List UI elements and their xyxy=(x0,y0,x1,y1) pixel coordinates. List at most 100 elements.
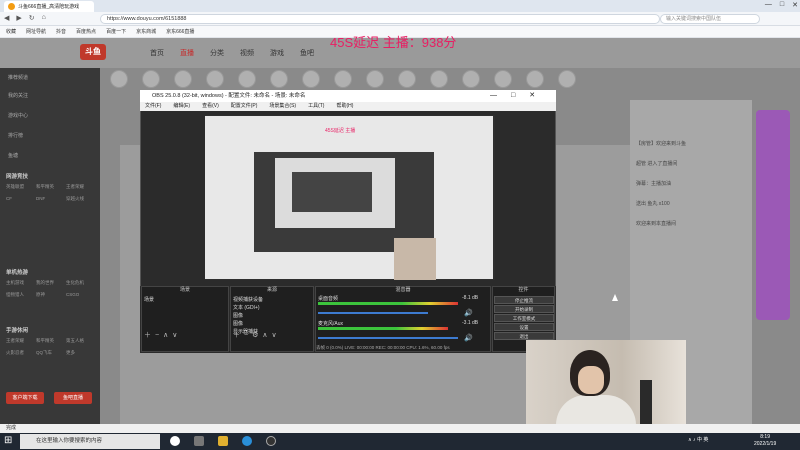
category-icon[interactable] xyxy=(558,70,576,88)
forward-icon[interactable]: ▶ xyxy=(16,14,21,22)
category-icon[interactable] xyxy=(206,70,224,88)
bookmark-item[interactable]: 百度热点 xyxy=(76,28,96,35)
sidebar-link[interactable]: DNF xyxy=(36,196,66,202)
nav-item[interactable]: 分类 xyxy=(210,48,224,58)
promo-banner[interactable] xyxy=(756,110,790,320)
stop-streaming-button[interactable]: 停止推流 xyxy=(494,296,554,304)
sidebar-link[interactable]: 王者荣耀 xyxy=(6,338,36,344)
obs-menu-item[interactable]: 文件(F) xyxy=(145,102,161,111)
bookmark-item[interactable]: 抖音 xyxy=(56,28,66,35)
nav-item[interactable]: 首页 xyxy=(150,48,164,58)
maximize-icon[interactable]: □ xyxy=(780,1,784,9)
category-icon[interactable] xyxy=(142,70,160,88)
obs-menu-item[interactable]: 查看(V) xyxy=(202,102,219,111)
close-icon[interactable]: ✕ xyxy=(792,1,798,9)
sidebar-link[interactable]: 主机游戏 xyxy=(6,280,36,286)
taskbar-search-input[interactable]: 在这里输入你要搜索的内容 xyxy=(20,434,160,449)
category-icon[interactable] xyxy=(398,70,416,88)
scene-controls[interactable]: ＋−∧∨ xyxy=(144,330,181,340)
maximize-icon[interactable]: □ xyxy=(511,90,515,102)
sidebar-link[interactable]: 更多 xyxy=(66,350,96,356)
bookmark-item[interactable]: 京东666直播 xyxy=(166,28,194,35)
minimize-icon[interactable]: — xyxy=(765,1,772,9)
system-tray[interactable]: ∧ ♪ 中 英 xyxy=(688,436,708,443)
studio-mode-button[interactable]: 工作室模式 xyxy=(494,314,554,322)
sidebar-link[interactable]: QQ飞车 xyxy=(36,350,66,356)
taskbar-clock[interactable]: 8:19 2022/1/19 xyxy=(754,434,776,448)
nav-item[interactable]: 直播 xyxy=(180,48,194,58)
sidebar-item[interactable]: 我的关注 xyxy=(8,92,28,99)
obs-menu-item[interactable]: 工具(T) xyxy=(308,102,324,111)
category-icon[interactable] xyxy=(174,70,192,88)
bookmark-item[interactable]: 网址导航 xyxy=(26,28,46,35)
sidebar-link[interactable]: 英雄联盟 xyxy=(6,184,36,190)
bookmark-item[interactable]: 百度一下 xyxy=(106,28,126,35)
nav-item[interactable]: 游戏 xyxy=(270,48,284,58)
fishbar-live-button[interactable]: 鱼吧直播 xyxy=(54,392,92,404)
category-icon[interactable] xyxy=(462,70,480,88)
scene-item[interactable]: 场景 xyxy=(144,296,154,303)
sidebar-link[interactable]: 王者荣耀 xyxy=(66,184,96,190)
sidebar-link[interactable]: CF xyxy=(6,196,36,202)
nav-item[interactable]: 视频 xyxy=(240,48,254,58)
sidebar-item[interactable]: 鱼塘 xyxy=(8,152,18,159)
category-icon[interactable] xyxy=(334,70,352,88)
windows-start-icon[interactable]: ⊞ xyxy=(4,435,16,447)
volume-slider[interactable] xyxy=(318,312,428,314)
sidebar-link[interactable]: 我的世界 xyxy=(36,280,66,286)
home-icon[interactable]: ⌂ xyxy=(42,14,46,22)
source-controls[interactable]: ＋−⚙∧∨ xyxy=(233,330,281,340)
file-explorer-icon[interactable] xyxy=(218,436,228,446)
sidebar-link[interactable]: 第五人格 xyxy=(66,338,96,344)
source-item[interactable]: 视频捕获设备 xyxy=(233,296,263,303)
minimize-icon[interactable]: — xyxy=(490,90,497,102)
bookmark-item[interactable]: 京东商城 xyxy=(136,28,156,35)
speaker-icon[interactable]: 🔊 xyxy=(464,334,473,342)
sidebar-link[interactable]: 火影忍者 xyxy=(6,350,36,356)
obs-menu-item[interactable]: 场景集合(S) xyxy=(269,102,296,111)
close-icon[interactable]: ✕ xyxy=(529,90,535,102)
category-icon[interactable] xyxy=(430,70,448,88)
source-item[interactable]: 文本 (GDI+) xyxy=(233,304,260,311)
sidebar-link[interactable]: 生化危机 xyxy=(66,280,96,286)
start-recording-button[interactable]: 开始录制 xyxy=(494,305,554,313)
sidebar-link[interactable]: 穿越火线 xyxy=(66,196,96,202)
bookmark-item[interactable]: 收藏 xyxy=(6,28,16,35)
browser-tab[interactable]: 斗鱼666直播_高清陪玩游戏 xyxy=(4,1,94,12)
sidebar-link[interactable]: CSGO xyxy=(66,292,96,298)
obs-app-icon[interactable] xyxy=(266,436,276,446)
browser-search-input[interactable]: 输入关键词搜索中国队伍 xyxy=(660,14,760,24)
obs-menu-item[interactable]: 配置文件(P) xyxy=(231,102,258,111)
sidebar-link[interactable]: 怪物猎人 xyxy=(6,292,36,298)
back-icon[interactable]: ◀ xyxy=(4,14,9,22)
exit-button[interactable]: 退出 xyxy=(494,332,554,340)
browser-app-icon[interactable] xyxy=(242,436,252,446)
settings-button[interactable]: 设置 xyxy=(494,323,554,331)
category-icon[interactable] xyxy=(494,70,512,88)
category-icon[interactable] xyxy=(270,70,288,88)
refresh-icon[interactable]: ↻ xyxy=(29,14,35,22)
sidebar-link[interactable]: 和平精英 xyxy=(36,184,66,190)
client-download-button[interactable]: 客户端下载 xyxy=(6,392,44,404)
site-logo[interactable]: 斗鱼 xyxy=(80,44,106,60)
category-icon[interactable] xyxy=(238,70,256,88)
category-icon[interactable] xyxy=(110,70,128,88)
nav-item[interactable]: 鱼吧 xyxy=(300,48,314,58)
category-icon[interactable] xyxy=(302,70,320,88)
speaker-icon[interactable]: 🔊 xyxy=(464,309,473,317)
sidebar-item[interactable]: 排行榜 xyxy=(8,132,23,139)
source-item[interactable]: 图像 xyxy=(233,320,243,327)
obs-menu-item[interactable]: 编辑(E) xyxy=(173,102,190,111)
sidebar-link[interactable]: 和平精英 xyxy=(36,338,66,344)
url-input[interactable]: https://www.douyu.com/6151888 xyxy=(100,14,660,24)
source-item[interactable]: 图像 xyxy=(233,312,243,319)
obs-menu-item[interactable]: 帮助(H) xyxy=(336,102,353,111)
sidebar-item[interactable]: 游戏中心 xyxy=(8,112,28,119)
cortana-icon[interactable] xyxy=(170,436,180,446)
task-view-icon[interactable] xyxy=(194,436,204,446)
category-icon[interactable] xyxy=(366,70,384,88)
sidebar-item[interactable]: 推荐频道 xyxy=(8,74,28,81)
sidebar-link[interactable]: 原神 xyxy=(36,292,66,298)
volume-slider[interactable] xyxy=(318,337,458,339)
category-icon[interactable] xyxy=(526,70,544,88)
